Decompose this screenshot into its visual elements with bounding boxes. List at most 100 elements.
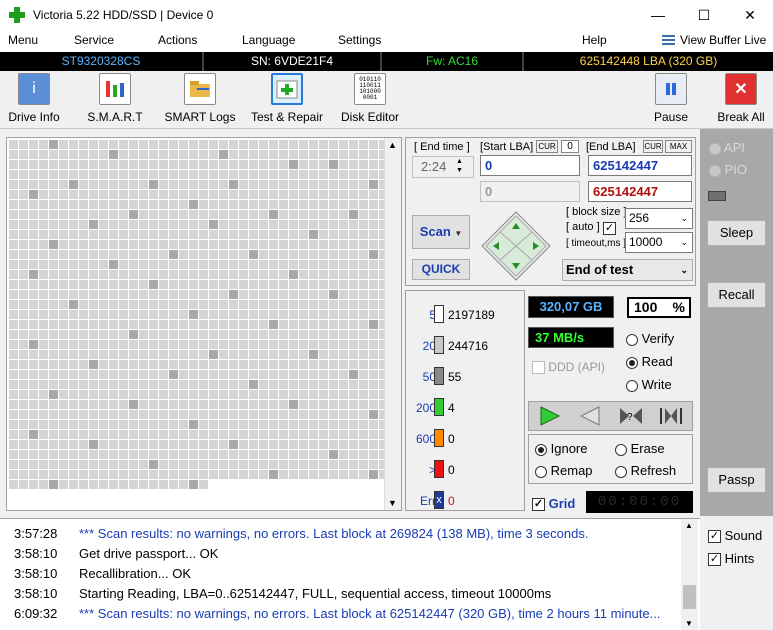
map-block [249,140,258,149]
write-radio[interactable] [626,379,638,392]
map-block [109,230,118,239]
map-block [349,190,358,199]
write-option[interactable]: Write [626,377,672,392]
break-all-button[interactable]: ✕ Break All [716,73,766,124]
map-block [149,360,158,369]
scroll-down-icon[interactable]: ▼ [685,619,693,628]
map-block [359,370,368,379]
map-block [339,170,348,179]
remap-option[interactable]: Remap [535,463,593,478]
api-option: API [709,140,745,155]
map-scrollbar[interactable]: ▲ ▼ [384,138,401,510]
maximize-button[interactable]: ☐ [681,0,727,30]
map-block [129,310,138,319]
block-size-select[interactable]: 256 ⌄ [625,208,693,229]
sound-checkbox[interactable]: ✓ [708,530,721,544]
minimize-button[interactable]: — [635,0,681,30]
map-block [229,280,238,289]
stat-color-orange [434,429,444,447]
close-button[interactable]: ✕ [727,0,773,30]
scroll-down-icon[interactable]: ▼ [388,498,397,508]
map-block [139,200,148,209]
menu-item-settings[interactable]: Settings [338,33,381,47]
refresh-radio[interactable] [615,465,627,478]
verify-option[interactable]: Verify [626,331,674,346]
map-block [299,350,308,359]
start-lba-input[interactable]: 0 [480,155,580,176]
map-block [9,430,18,439]
map-block [149,180,158,189]
map-block [229,250,238,259]
test-repair-button[interactable]: Test & Repair [249,73,325,124]
sleep-button[interactable]: Sleep [707,220,766,246]
remap-radio[interactable] [535,465,547,478]
end-lba-input[interactable]: 625142447 [588,155,692,176]
hints-option[interactable]: ✓ Hints [708,551,754,567]
ignore-option[interactable]: Ignore [535,441,588,456]
map-block [309,220,318,229]
map-block [149,290,158,299]
play-icon[interactable] [535,405,563,427]
end-time-spinner-icon[interactable]: ▲ ▼ [456,157,463,175]
skip-icon[interactable]: ? [617,405,645,427]
map-block [369,140,378,149]
read-radio[interactable] [626,356,638,369]
quick-button[interactable]: QUICK [412,259,470,280]
menu-item-language[interactable]: Language [242,33,295,47]
map-block [309,430,318,439]
map-block [209,210,218,219]
map-block [349,250,358,259]
direction-pad[interactable] [480,210,552,282]
menu-item-actions[interactable]: Actions [158,33,197,47]
log-scroll-thumb[interactable] [683,585,696,609]
map-block [199,310,208,319]
log-scrollbar[interactable]: ▲ ▼ [681,519,698,630]
map-block [89,370,98,379]
map-block [79,400,88,409]
end-cur-button[interactable]: CUR [643,140,663,153]
map-block [59,320,68,329]
map-block [149,150,158,159]
grid-checkbox[interactable]: ✓ [532,498,545,512]
passp-button[interactable]: Passp [707,467,766,493]
smart-button[interactable]: S.M.A.R.T [84,73,146,124]
disk-editor-button[interactable]: 010110 110011 101000 0001 Disk Editor [340,73,400,124]
read-option[interactable]: Read [626,354,673,369]
map-block [219,430,228,439]
menu-item-help[interactable]: Help [582,33,607,47]
hints-checkbox[interactable]: ✓ [708,553,721,567]
end-icon[interactable] [657,405,685,427]
view-buffer-live[interactable]: View Buffer Live [680,33,766,47]
ignore-radio[interactable] [535,443,547,456]
map-block [229,240,238,249]
map-block [299,140,308,149]
scroll-up-icon[interactable]: ▲ [685,521,693,530]
end-max-button[interactable]: MAX [665,140,692,153]
map-block [249,450,258,459]
menu-item-menu[interactable]: Menu [8,33,38,47]
map-block [249,320,258,329]
auto-checkbox[interactable]: ✓ [603,222,616,236]
map-block [19,250,28,259]
scroll-up-icon[interactable]: ▲ [388,140,397,150]
view-buffer-icon[interactable] [662,34,675,47]
rewind-icon[interactable] [575,405,603,427]
grid-option[interactable]: ✓ Grid [532,496,575,512]
erase-radio[interactable] [615,443,627,456]
map-block [19,180,28,189]
recall-button[interactable]: Recall [707,282,766,308]
smart-logs-button[interactable]: SMART Logs [164,73,236,124]
scan-button[interactable]: Scan ▼ [412,215,470,249]
start-cur-button[interactable]: CUR [536,140,558,153]
drive-info-button[interactable]: i Drive Info [6,73,62,124]
erase-option[interactable]: Erase [615,441,665,456]
end-action-select[interactable]: End of test ⌄ [562,259,693,281]
sound-option[interactable]: ✓ Sound [708,528,762,544]
map-block [99,470,108,479]
verify-radio[interactable] [626,333,638,346]
refresh-option[interactable]: Refresh [615,463,676,478]
grid-timer-display: 00:00:00 [586,491,693,513]
menu-item-service[interactable]: Service [74,33,114,47]
timeout-select[interactable]: 10000 ⌄ [625,232,693,253]
pause-button[interactable]: Pause [650,73,692,124]
